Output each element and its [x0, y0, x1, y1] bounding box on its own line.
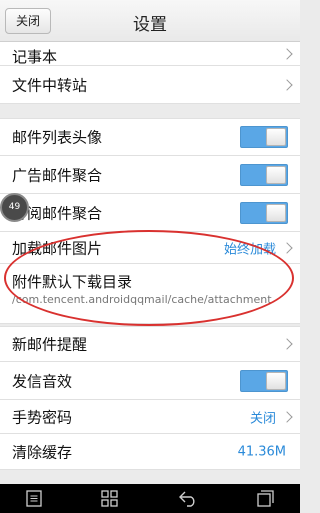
row-clear-cache[interactable]: 清除缓存 41.36M [0, 434, 300, 470]
row-label: 附件默认下载目录 [12, 273, 133, 291]
subscribe-aggregate-toggle[interactable] [240, 201, 288, 224]
chevron-right-icon [281, 47, 293, 60]
row-label: 文件中转站 [12, 76, 88, 94]
chevron-right-icon [281, 338, 293, 350]
row-subscribe-aggregate[interactable]: 订阅邮件聚合 [0, 194, 300, 232]
row-label: 发信音效 [12, 372, 73, 390]
row-label: 新邮件提醒 [12, 335, 88, 354]
toggle-knob [266, 128, 286, 146]
toggle-knob [266, 165, 286, 184]
cache-size-value: 41.36M [237, 444, 286, 459]
row-new-mail-alert[interactable]: 新邮件提醒 [0, 326, 300, 362]
page-title: 设置 [133, 15, 167, 35]
avatar-toggle[interactable] [240, 126, 288, 148]
row-label: 手势密码 [12, 408, 73, 426]
row-label: 邮件列表头像 [12, 128, 103, 147]
gesture-value: 关闭 [249, 411, 276, 426]
row-send-sound[interactable]: 发信音效 [0, 362, 300, 400]
ad-aggregate-toggle[interactable] [240, 163, 288, 186]
row-attachment-directory[interactable]: 附件默认下载目录 /com.tencent.androidqqmail/cach… [0, 264, 300, 324]
row-load-images[interactable]: 加载邮件图片 始终加载 [0, 232, 300, 264]
chevron-right-icon [281, 78, 293, 91]
toggle-knob [266, 203, 286, 222]
row-list-avatar[interactable]: 邮件列表头像 [0, 118, 300, 156]
header-bar: 关闭 设置 [0, 0, 300, 42]
row-notepad[interactable]: 记事本 [0, 42, 300, 66]
row-label: 记事本 [12, 48, 58, 66]
back-icon[interactable] [178, 490, 198, 511]
system-nav-bar [0, 484, 300, 513]
chevron-right-icon [281, 410, 293, 423]
row-file-transfer[interactable]: 文件中转站 [0, 66, 300, 104]
recent-apps-icon[interactable] [257, 490, 274, 511]
send-sound-toggle[interactable] [240, 369, 288, 392]
row-ad-aggregate[interactable]: 广告邮件聚合 [0, 156, 300, 194]
menu-icon[interactable] [26, 490, 42, 511]
app-grid-icon[interactable] [101, 490, 118, 511]
attachment-path: /com.tencent.androidqqmail/cache/attachm… [12, 293, 272, 306]
load-images-value: 始终加载 [223, 242, 276, 257]
row-label: 加载邮件图片 [12, 239, 103, 257]
row-gesture-password[interactable]: 手势密码 关闭 [0, 400, 300, 434]
toggle-knob [266, 371, 286, 390]
row-label: 清除缓存 [12, 443, 73, 461]
row-label: 广告邮件聚合 [12, 166, 103, 184]
floating-badge[interactable]: 49 [0, 193, 29, 222]
chevron-right-icon [281, 241, 293, 254]
